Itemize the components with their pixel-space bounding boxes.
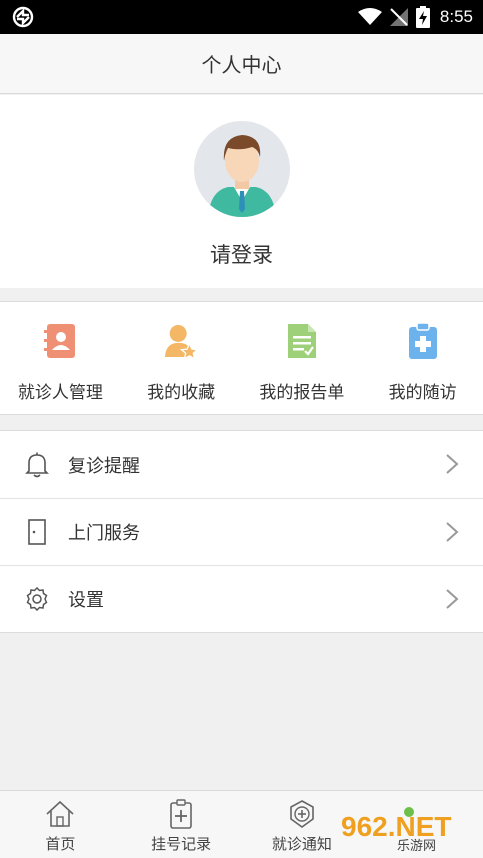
tab-home[interactable]: 首页	[0, 791, 121, 858]
wifi-icon	[357, 8, 382, 25]
battery-charging-icon	[415, 6, 430, 28]
report-document-icon	[285, 322, 319, 360]
default-user-icon	[208, 135, 276, 217]
user-star-icon	[164, 322, 199, 360]
settings-menu: 复诊提醒 上门服务 设置	[0, 430, 483, 633]
site-watermark: 962.NET 乐游网	[335, 798, 475, 854]
quick-action-label: 我的收藏	[147, 383, 216, 403]
clock: 8:55	[439, 7, 473, 26]
no-signal-icon	[389, 8, 408, 26]
quick-action-patient-management[interactable]: 就诊人管理	[0, 302, 121, 414]
quick-actions: 就诊人管理 我的收藏 我的报告单 我的随访	[0, 301, 483, 415]
menu-item-settings[interactable]: 设置	[0, 565, 483, 632]
menu-item-label: 设置	[68, 590, 104, 611]
page-title: 个人中心	[201, 53, 282, 77]
chevron-right-icon	[446, 522, 459, 542]
menu-item-label: 复诊提醒	[68, 455, 140, 477]
chevron-right-icon	[446, 589, 459, 609]
quick-action-label: 就诊人管理	[17, 383, 103, 403]
tab-registration-records[interactable]: 挂号记录	[121, 791, 242, 858]
menu-item-revisit-reminder[interactable]: 复诊提醒	[0, 431, 483, 498]
menu-item-home-service[interactable]: 上门服务	[0, 498, 483, 565]
tab-label: 挂号记录	[151, 835, 212, 853]
door-icon	[24, 519, 50, 545]
watermark-subtext: 乐游网	[397, 839, 436, 854]
gear-icon	[24, 586, 50, 612]
sync-icon	[12, 6, 34, 28]
quick-action-favorites[interactable]: 我的收藏	[121, 302, 242, 414]
quick-action-label: 我的报告单	[259, 383, 345, 403]
home-icon	[45, 799, 75, 829]
quick-action-follow-up[interactable]: 我的随访	[362, 302, 483, 414]
chevron-right-icon	[446, 454, 459, 474]
avatar[interactable]	[194, 121, 290, 217]
clipboard-plus-icon	[406, 322, 440, 360]
tab-label: 就诊通知	[271, 835, 332, 853]
watermark-number: 962.NET	[341, 811, 452, 842]
status-bar: 8:55	[0, 0, 483, 34]
tab-label: 首页	[45, 835, 76, 853]
patient-card-icon	[43, 322, 77, 360]
quick-action-label: 我的随访	[388, 383, 457, 403]
quick-action-reports[interactable]: 我的报告单	[242, 302, 363, 414]
clipboard-plus-icon	[166, 799, 196, 829]
notice-plus-icon	[287, 799, 317, 829]
menu-item-label: 上门服务	[68, 523, 140, 544]
bell-icon	[24, 452, 50, 478]
login-prompt[interactable]: 请登录	[0, 239, 483, 269]
title-bar: 个人中心	[0, 34, 483, 94]
profile-section: 请登录	[0, 95, 483, 288]
